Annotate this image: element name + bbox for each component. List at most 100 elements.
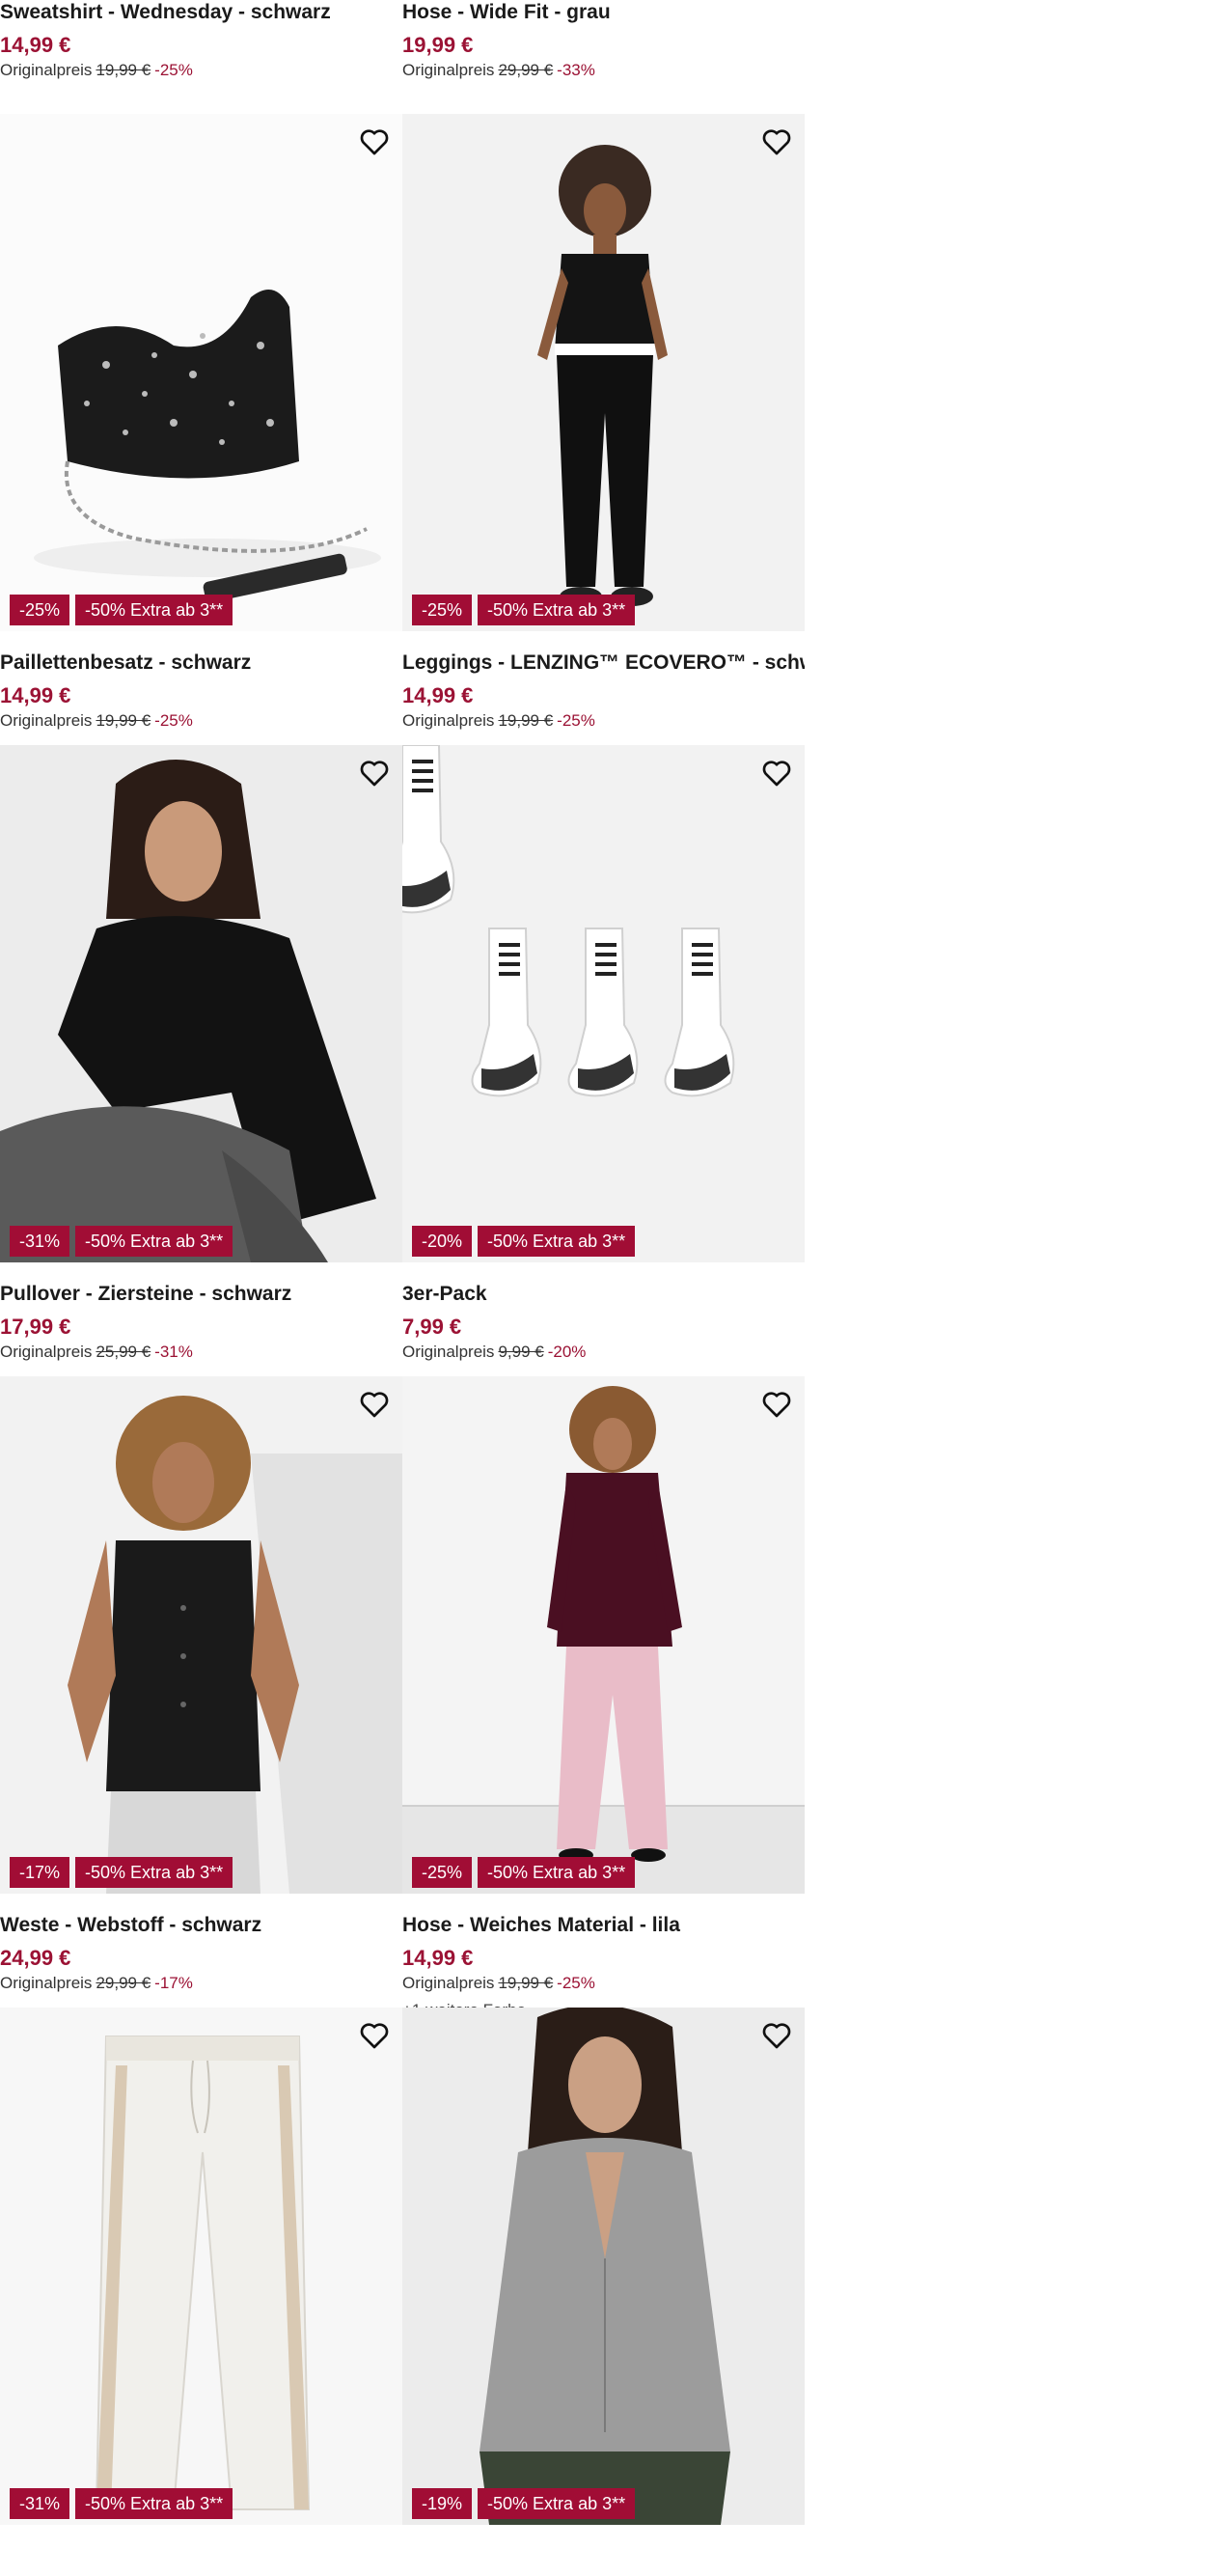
original-price-label: Originalpreis <box>402 61 495 79</box>
vest-model-image <box>0 1376 402 1894</box>
product-image-pullover[interactable]: -31% -50% Extra ab 3** <box>0 745 402 1262</box>
product-info[interactable]: Leggings - LENZING™ ECOVERO™ - schwarz 1… <box>402 631 805 745</box>
product-price: 19,99 € <box>402 33 474 57</box>
discount-badge: -17% <box>10 1857 70 1888</box>
wishlist-heart-icon[interactable] <box>356 2017 393 2054</box>
original-price: 19,99 € <box>498 1974 554 1992</box>
product-title[interactable]: Hose - Wide Fit - grau <box>402 0 805 25</box>
extra-offer-badge: -50% Extra ab 3** <box>478 595 636 625</box>
product-info[interactable]: Hose - Wide Fit - grau 19,99 € Originalp… <box>402 0 805 114</box>
discount-badge: -25% <box>10 595 70 625</box>
wishlist-heart-icon[interactable] <box>758 1386 795 1423</box>
product-info[interactable]: Pullover - Ziersteine - schwarz 17,99 € … <box>0 1262 402 1376</box>
discount-text: -17% <box>154 1974 193 1992</box>
badge-row: -31% -50% Extra ab 3** <box>10 2488 233 2519</box>
product-price: 14,99 € <box>402 1946 474 1970</box>
original-price-line: Originalpreis 19,99 € -25% <box>402 1973 805 1994</box>
discount-text: -25% <box>557 1974 595 1992</box>
extra-offer-badge: -50% Extra ab 3** <box>478 2488 636 2519</box>
badge-row: -17% -50% Extra ab 3** <box>10 1857 233 1888</box>
product-image-sequin-bag[interactable]: -25% -50% Extra ab 3** <box>0 114 402 631</box>
discount-badge: -25% <box>412 595 473 625</box>
wishlist-heart-icon[interactable] <box>758 124 795 160</box>
product-price: 17,99 € <box>0 1315 71 1339</box>
extra-offer-badge: -50% Extra ab 3** <box>75 1226 233 1257</box>
joggers-image <box>0 2008 402 2525</box>
original-price-line: Originalpreis 19,99 € -25% <box>402 710 805 732</box>
wishlist-heart-icon[interactable] <box>758 755 795 791</box>
original-price-label: Originalpreis <box>402 1343 495 1361</box>
original-price-line: Originalpreis 25,99 € -31% <box>0 1342 402 1363</box>
badge-row: -25% -50% Extra ab 3** <box>412 595 636 625</box>
original-price: 29,99 € <box>498 61 554 79</box>
original-price-label: Originalpreis <box>402 1974 495 1992</box>
original-price-line: Originalpreis 29,99 € -33% <box>402 60 805 81</box>
wishlist-heart-icon[interactable] <box>356 124 393 160</box>
original-price-line: Originalpreis 29,99 € -17% <box>0 1973 402 1994</box>
original-price: 25,99 € <box>96 1343 151 1361</box>
product-info[interactable]: Weste - Webstoff - schwarz 24,99 € Origi… <box>0 1894 402 2008</box>
product-title[interactable]: Sweatshirt - Wednesday - schwarz <box>0 0 402 25</box>
badge-row: -31% -50% Extra ab 3** <box>10 1226 233 1257</box>
badge-row: -20% -50% Extra ab 3** <box>412 1226 636 1257</box>
discount-text: -31% <box>154 1343 193 1361</box>
socks-image <box>402 745 805 1262</box>
product-image-pants[interactable]: -25% -50% Extra ab 3** <box>402 1376 805 1894</box>
product-info[interactable]: Paillettenbesatz - schwarz 14,99 € Origi… <box>0 631 402 745</box>
original-price-line: Originalpreis 19,99 € -25% <box>0 710 402 732</box>
product-price: 14,99 € <box>0 33 71 57</box>
product-title[interactable]: Leggings - LENZING™ ECOVERO™ - schwarz <box>402 651 805 676</box>
product-title[interactable]: Hose - Weiches Material - lila <box>402 1913 805 1938</box>
original-price: 19,99 € <box>498 711 554 730</box>
discount-text: -25% <box>154 711 193 730</box>
sequin-bag-image <box>0 114 402 631</box>
original-price-line: Originalpreis 9,99 € -20% <box>402 1342 805 1363</box>
product-image-leggings[interactable]: -25% -50% Extra ab 3** <box>402 114 805 631</box>
badge-row: -25% -50% Extra ab 3** <box>10 595 233 625</box>
product-price: 24,99 € <box>0 1946 71 1970</box>
product-price: 7,99 € <box>402 1315 462 1339</box>
product-info[interactable]: 3er-Pack 7,99 € Originalpreis 9,99 € -20% <box>402 1262 805 1376</box>
discount-text: -20% <box>547 1343 587 1361</box>
product-title[interactable]: Weste - Webstoff - schwarz <box>0 1913 402 1938</box>
original-price-line: Originalpreis 19,99 € -25% <box>0 60 402 81</box>
pullover-model-image <box>0 745 402 1262</box>
leggings-model-image <box>402 114 805 631</box>
original-price: 19,99 € <box>96 61 151 79</box>
product-title[interactable]: Paillettenbesatz - schwarz <box>0 651 402 676</box>
badge-row: -25% -50% Extra ab 3** <box>412 1857 636 1888</box>
product-grid: Sweatshirt - Wednesday - schwarz 14,99 €… <box>0 0 805 2525</box>
original-price: 9,99 € <box>498 1343 544 1361</box>
wishlist-heart-icon[interactable] <box>356 1386 393 1423</box>
original-price: 29,99 € <box>96 1974 151 1992</box>
discount-badge: -19% <box>412 2488 473 2519</box>
discount-badge: -31% <box>10 2488 70 2519</box>
extra-offer-badge: -50% Extra ab 3** <box>478 1226 636 1257</box>
pants-model-image <box>402 1376 805 1894</box>
wishlist-heart-icon[interactable] <box>758 2017 795 2054</box>
product-title[interactable]: 3er-Pack <box>402 1282 805 1307</box>
badge-row: -19% -50% Extra ab 3** <box>412 2488 636 2519</box>
discount-badge: -31% <box>10 1226 70 1257</box>
original-price: 19,99 € <box>96 711 151 730</box>
product-info[interactable]: Hose - Weiches Material - lila 14,99 € O… <box>402 1894 805 2019</box>
original-price-label: Originalpreis <box>0 1974 93 1992</box>
product-image-cardigan[interactable]: -19% -50% Extra ab 3** <box>402 2008 805 2525</box>
original-price-label: Originalpreis <box>0 1343 93 1361</box>
product-info[interactable]: Sweatshirt - Wednesday - schwarz 14,99 €… <box>0 0 402 114</box>
cardigan-model-image <box>402 2008 805 2525</box>
original-price-label: Originalpreis <box>402 711 495 730</box>
discount-badge: -20% <box>412 1226 473 1257</box>
original-price-label: Originalpreis <box>0 61 93 79</box>
product-image-vest[interactable]: -17% -50% Extra ab 3** <box>0 1376 402 1894</box>
product-price: 14,99 € <box>0 683 71 707</box>
extra-offer-badge: -50% Extra ab 3** <box>75 2488 233 2519</box>
discount-badge: -25% <box>412 1857 473 1888</box>
product-title[interactable]: Pullover - Ziersteine - schwarz <box>0 1282 402 1307</box>
product-image-joggers[interactable]: -31% -50% Extra ab 3** <box>0 2008 402 2525</box>
product-image-socks[interactable]: -20% -50% Extra ab 3** <box>402 745 805 1262</box>
extra-offer-badge: -50% Extra ab 3** <box>75 1857 233 1888</box>
discount-text: -33% <box>557 61 595 79</box>
wishlist-heart-icon[interactable] <box>356 755 393 791</box>
extra-offer-badge: -50% Extra ab 3** <box>75 595 233 625</box>
